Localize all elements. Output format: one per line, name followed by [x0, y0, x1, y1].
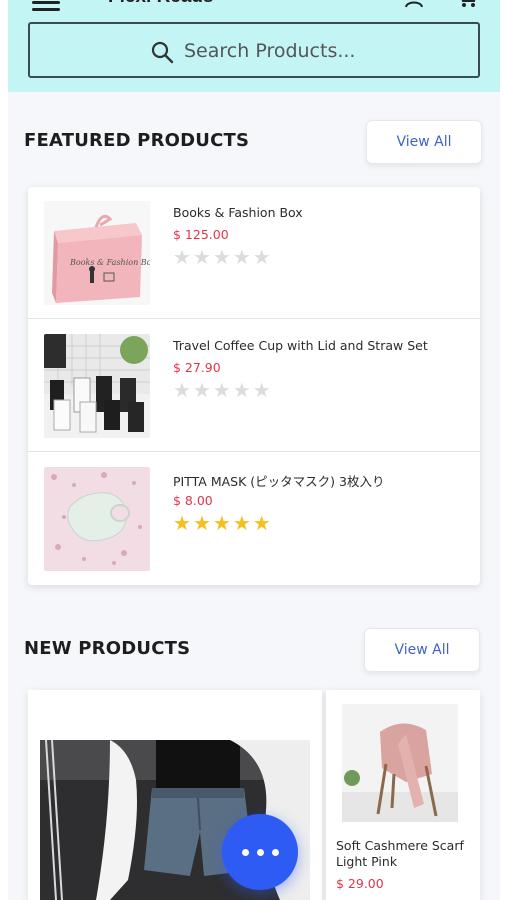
star-icon: ★	[192, 513, 213, 535]
star-icon: ★	[192, 247, 213, 269]
more-icon	[257, 849, 264, 856]
product-name[interactable]: Travel Coffee Cup with Lid and Straw Set	[173, 338, 428, 353]
top-header: Flexi Reads	[8, 0, 500, 92]
product-image-cashmere-scarf[interactable]	[342, 704, 458, 822]
more-icon	[242, 849, 249, 856]
cart-icon[interactable]	[456, 0, 478, 8]
product-name[interactable]: Books & Fashion Box	[173, 205, 303, 220]
featured-view-all-button[interactable]: View All	[366, 120, 482, 164]
rating-stars: ★★★★★	[173, 245, 273, 270]
search-icon	[151, 41, 174, 64]
product-image-coffee-cups[interactable]	[44, 334, 150, 438]
app-container: Flexi Reads FEATURED PRODUCT	[8, 0, 500, 900]
phone-screen: Flexi Reads FEATURED PRODUCT	[0, 0, 506, 900]
product-price: $ 27.90	[173, 360, 221, 375]
star-icon: ★	[252, 380, 273, 402]
product-row[interactable]: Travel Coffee Cup with Lid and Straw Set…	[28, 320, 480, 452]
rating-stars: ★★★★★	[173, 378, 273, 403]
svg-text:Books & Fashion Box: Books & Fashion Box	[69, 258, 150, 267]
star-icon: ★	[232, 247, 253, 269]
star-icon: ★	[232, 380, 253, 402]
star-icon: ★	[173, 513, 193, 535]
product-row[interactable]: Books & Fashion Box Books & Fashion Box …	[28, 187, 480, 319]
app-title: Flexi Reads	[108, 0, 214, 8]
star-icon: ★	[173, 380, 193, 402]
new-products-section-header: NEW PRODUCTS View All	[8, 620, 500, 680]
new-products-title: NEW PRODUCTS	[24, 638, 191, 659]
star-icon: ★	[232, 513, 253, 535]
featured-products-list: Books & Fashion Box Books & Fashion Box …	[28, 187, 480, 585]
star-icon: ★	[212, 380, 233, 402]
product-price: $ 29.00	[336, 876, 384, 891]
header-toolbar: Flexi Reads	[8, 0, 500, 11]
star-icon: ★	[173, 247, 193, 269]
product-image-books-fashion-box[interactable]: Books & Fashion Box	[44, 201, 150, 305]
featured-section-header: FEATURED PRODUCTS View All	[8, 112, 500, 172]
search-input[interactable]	[184, 36, 444, 66]
product-row[interactable]: PITTA MASK (ピッタマスク) 3枚入り $ 8.00 ★★★★★	[28, 453, 480, 585]
product-name[interactable]: PITTA MASK (ピッタマスク) 3枚入り	[173, 471, 384, 490]
rating-stars: ★★★★★	[173, 511, 273, 536]
star-icon: ★	[252, 513, 273, 535]
search-bar[interactable]	[28, 22, 480, 78]
product-price: $ 125.00	[173, 227, 229, 242]
featured-title: FEATURED PRODUCTS	[24, 130, 250, 151]
star-icon: ★	[212, 247, 233, 269]
new-product-card[interactable]: Soft Cashmere Scarf Light Pink $ 29.00	[326, 690, 480, 900]
new-products-view-all-button[interactable]: View All	[364, 628, 480, 672]
star-icon: ★	[212, 513, 233, 535]
menu-icon[interactable]	[32, 0, 60, 11]
star-icon: ★	[192, 380, 213, 402]
more-icon	[272, 849, 279, 856]
product-name[interactable]: Soft Cashmere Scarf Light Pink	[336, 838, 476, 870]
product-price: $ 8.00	[173, 493, 213, 508]
more-actions-fab[interactable]	[222, 814, 298, 890]
product-image-pitta-mask[interactable]	[44, 467, 150, 571]
user-icon[interactable]	[404, 0, 424, 8]
star-icon: ★	[252, 247, 273, 269]
